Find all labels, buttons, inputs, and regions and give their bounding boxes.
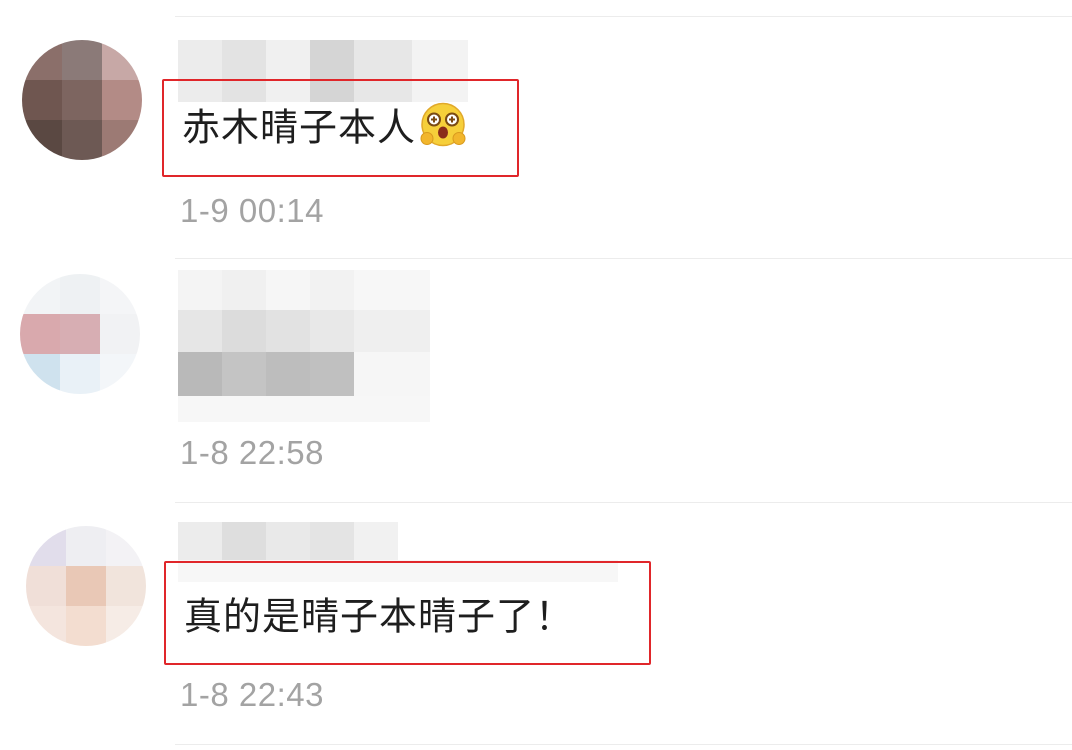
surprised-face-emoji-icon: [418, 101, 468, 160]
comment-text: 赤木晴子本人: [182, 97, 468, 160]
divider: [175, 258, 1072, 259]
divider: [175, 744, 1072, 745]
comment-timestamp: 1-8 22:58: [180, 434, 324, 471]
username-redacted[interactable]: [178, 522, 398, 560]
divider: [175, 16, 1072, 17]
comment-highlight-box: 真的是晴子本晴子了！: [164, 561, 651, 665]
comment-timestamp: 1-8 22:43: [180, 676, 324, 713]
comment-timestamp: 1-9 00:14: [180, 192, 324, 229]
comment-text: 真的是晴子本晴子了！: [184, 594, 575, 639]
comment-item[interactable]: 真的是晴子本晴子了！ 1-8 22:43: [0, 502, 1072, 750]
avatar[interactable]: [22, 40, 142, 160]
avatar[interactable]: [26, 526, 146, 646]
avatar[interactable]: [20, 274, 140, 394]
comment-text-redacted: [178, 310, 430, 352]
comment-highlight-box: 赤木晴子本人: [162, 79, 519, 177]
username-redacted[interactable]: [178, 270, 430, 310]
comment-text-redacted: [178, 396, 430, 422]
comment-text-redacted: [178, 352, 430, 396]
divider: [175, 502, 1072, 503]
comment-item[interactable]: 赤木晴子本人 1-9 00:14: [0, 0, 1072, 258]
comment-item[interactable]: 1-8 22:58: [0, 258, 1072, 502]
